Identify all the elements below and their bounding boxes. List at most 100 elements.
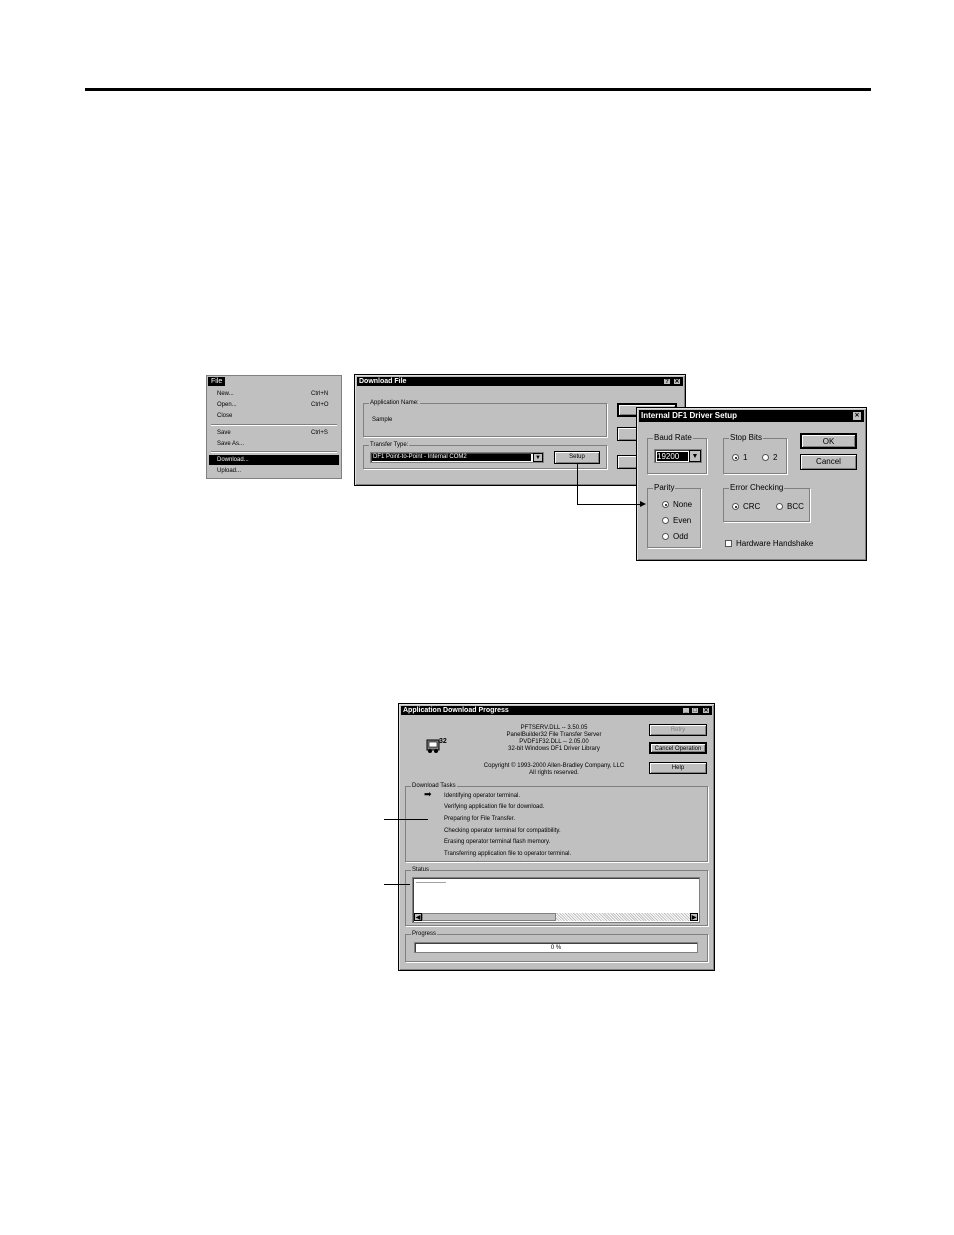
status-log[interactable]: --------------- ◀ ▶ [412,877,700,923]
parity-none-radio[interactable] [662,501,669,508]
file-menu-title[interactable]: File [208,377,226,386]
error-checking-crc-radio[interactable] [732,503,739,510]
progress-titlebar: Application Download Progress _ □ ✕ [401,706,712,715]
chevron-down-icon[interactable]: ▼ [533,453,543,462]
group-label: Stop Bits [729,433,764,442]
download-progress-window: Application Download Progress _ □ ✕ 32 P… [398,703,715,971]
task-item: Verifying application file for download. [444,804,545,810]
menu-item-save[interactable]: Save Ctrl+S [209,428,339,438]
menu-item-close[interactable]: Close [209,411,339,421]
help-button[interactable]: Help [649,762,707,774]
callout-line [384,884,410,885]
cancel-button[interactable]: Cancel [800,454,857,470]
radio-label: None [673,500,693,509]
arrow-right-icon: ➡ [424,789,432,799]
baud-rate-select[interactable]: 19200 ▼ [654,449,702,463]
status-group: Status --------------- ◀ ▶ [405,866,708,926]
task-item: Identifying operator terminal. [444,793,521,799]
menu-item-label: Close [217,413,233,419]
transfer-type-select[interactable]: DF1 Point-to-Point - Internal COM2 ▼ [370,452,544,463]
radio-label: CRC [743,502,761,511]
radio-label: BCC [787,502,804,511]
maximize-icon[interactable]: □ [691,707,699,714]
setup-button[interactable]: Setup [554,451,600,464]
scroll-left-icon[interactable]: ◀ [414,913,422,921]
stop-bits-1-radio[interactable] [732,454,739,461]
arrowhead-icon [640,501,646,507]
baud-rate-group: Baud Rate 19200 ▼ [647,434,707,474]
info-line: 32-bit Windows DF1 Driver Library [508,746,600,752]
retry-button[interactable]: Retry [649,724,707,736]
checkbox-label: Hardware Handshake [736,539,814,548]
panelbuilder-app-icon: 32 [425,736,447,754]
task-item: Transferring application file to operato… [444,851,572,857]
menu-item-open[interactable]: Open... Ctrl+O [209,400,339,410]
group-label: Application Name: [369,399,420,407]
menu-item-save-as[interactable]: Save As... [209,439,339,449]
group-label: Parity [653,483,676,492]
ok-button[interactable]: OK [800,433,857,449]
error-checking-group: Error Checking CRC BCC [723,484,810,522]
error-checking-bcc-radio[interactable] [776,503,783,510]
menu-item-download[interactable]: Download... [209,455,339,465]
df1-setup-titlebar: Internal DF1 Driver Setup ✕ [639,410,864,422]
transfer-type-group: Transfer Type: DF1 Point-to-Point - Inte… [363,441,607,469]
parity-even-radio[interactable] [662,517,669,524]
horizontal-scrollbar[interactable]: ◀ ▶ [414,913,698,921]
group-label: Progress [411,930,438,938]
scroll-thumb[interactable] [422,913,556,921]
menu-item-upload[interactable]: Upload... [209,466,339,476]
df1-driver-setup-dialog: Internal DF1 Driver Setup ✕ Baud Rate 19… [636,407,867,561]
transfer-type-value: DF1 Point-to-Point - Internal COM2 [372,454,531,461]
stop-bits-2-radio[interactable] [762,454,769,461]
radio-label: 1 [743,453,748,462]
menu-item-label: Upload... [217,468,242,474]
stop-bits-group: Stop Bits 1 2 [723,434,787,474]
help-title-button[interactable]: ? [663,378,671,385]
cancel-operation-button[interactable]: Cancel Operation [649,742,707,754]
menu-item-shortcut: Ctrl+O [311,402,329,408]
callout-line [577,504,641,505]
hardware-handshake-checkbox[interactable] [725,540,732,547]
group-label: Baud Rate [653,433,693,442]
progress-text: 0 % [550,945,562,951]
menu-item-label: Download... [217,457,249,463]
task-item: Erasing operator terminal flash memory. [444,839,551,845]
menu-separator [211,424,337,426]
minimize-icon[interactable]: _ [682,707,690,714]
close-icon[interactable]: ✕ [702,707,710,714]
group-label: Transfer Type: [369,441,410,449]
download-file-titlebar: Download File ? ✕ [357,377,683,386]
progress-group: Progress 0 % [405,930,708,962]
svg-text:32: 32 [439,738,447,745]
copyright-line: All rights reserved. [529,770,579,776]
parity-group: Parity None Even Odd [647,484,701,548]
menu-item-label: New... [217,391,234,397]
application-name-value: Sample [372,417,393,423]
menu-item-label: Open... [217,402,237,408]
menu-item-shortcut: Ctrl+S [311,430,328,436]
radio-label: Even [673,516,692,525]
parity-odd-radio[interactable] [662,533,669,540]
baud-rate-value: 19200 [657,452,688,461]
callout-line [384,819,428,820]
group-label: Status [411,866,431,874]
group-label: Error Checking [729,483,785,492]
scroll-right-icon[interactable]: ▶ [690,913,698,921]
menu-item-new[interactable]: New... Ctrl+N [209,389,339,399]
status-text: --------------- [416,880,446,886]
task-item: Preparing for File Transfer. [444,816,516,822]
close-icon[interactable]: ✕ [673,378,681,385]
chevron-down-icon[interactable]: ▼ [689,450,701,462]
application-name-group: Application Name: Sample [363,399,607,437]
radio-label: Odd [673,532,689,541]
menu-item-label: Save As... [217,441,245,447]
task-item: Checking operator terminal for compatibi… [444,828,561,834]
download-tasks-group: Download Tasks ➡ Identifying operator te… [405,782,708,862]
file-menu: File New... Ctrl+N Open... Ctrl+O Close … [206,375,342,479]
dialog-title: Internal DF1 Driver Setup [641,411,738,420]
progress-bar: 0 % [414,942,698,953]
menu-separator [211,451,337,453]
window-title: Application Download Progress [403,707,509,714]
close-icon[interactable]: ✕ [852,411,862,421]
